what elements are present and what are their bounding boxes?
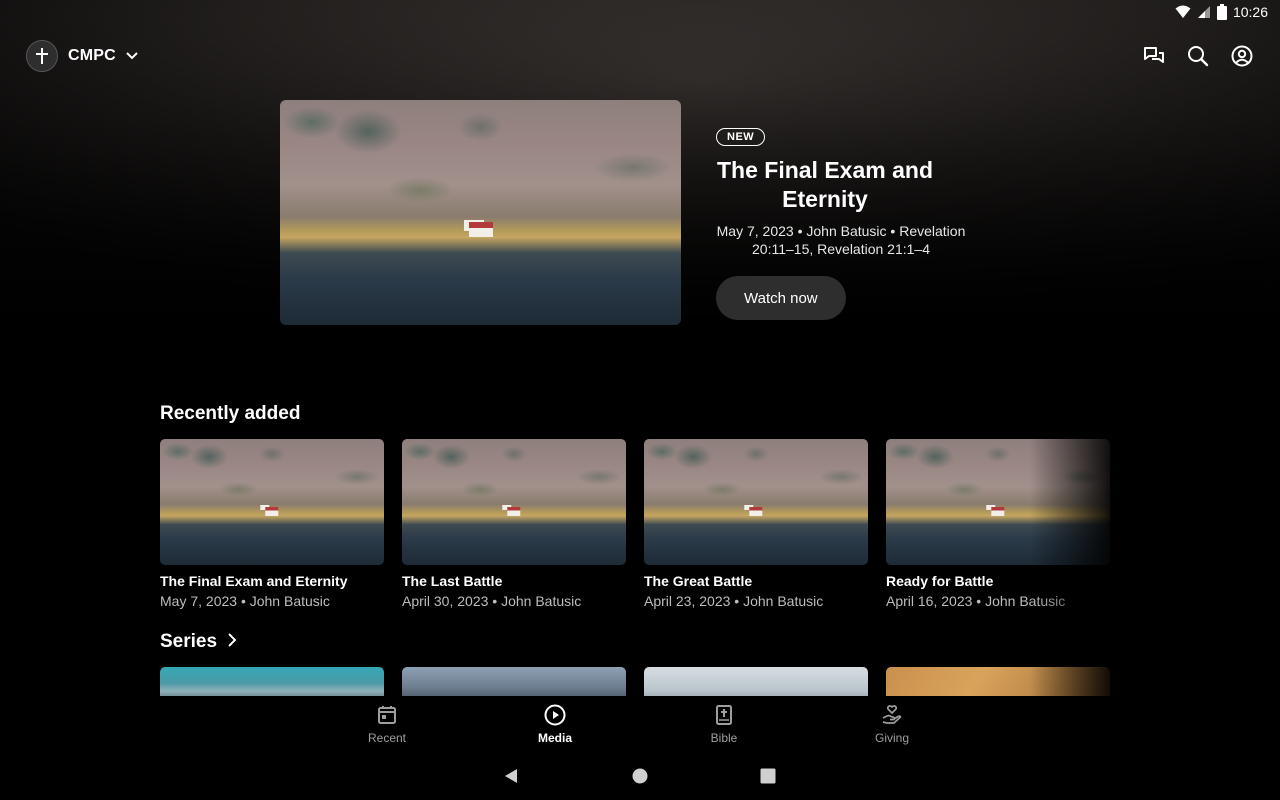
nav-giving-label: Giving	[874, 731, 909, 745]
series-card[interactable]	[402, 667, 626, 696]
media-card-meta: April 16, 2023 • John Batusic	[886, 593, 1066, 609]
battery-icon	[1216, 4, 1227, 20]
media-card-thumbnail	[644, 439, 868, 565]
header-actions	[1142, 44, 1254, 68]
media-card-thumbnail	[886, 439, 1110, 565]
church-switcher[interactable]: CMPC	[26, 40, 138, 72]
series-row	[160, 667, 1110, 696]
play-circle-icon	[544, 704, 566, 726]
nav-bible-label: Bible	[710, 731, 738, 745]
media-card-title: The Final Exam and Eternity	[160, 573, 348, 589]
chat-icon	[1144, 47, 1164, 63]
hero-meta: May 7, 2023 • John Batusic • Revelation …	[716, 223, 966, 257]
series-card[interactable]	[886, 667, 1110, 696]
church-logo-icon	[26, 40, 58, 72]
chevron-down-icon	[126, 47, 138, 65]
media-card-meta: May 7, 2023 • John Batusic	[160, 593, 330, 609]
app-screen: 10:26 CMPC NEW The Final Exam and Eterni…	[0, 0, 1280, 800]
nav-bible[interactable]: Bible	[684, 704, 764, 745]
home-icon[interactable]	[632, 768, 648, 789]
church-name: CMPC	[68, 47, 116, 64]
media-card[interactable]: Ready for Battle April 16, 2023 • John B…	[886, 439, 1110, 609]
system-navigation-bar	[0, 752, 1280, 800]
hero-title: The Final Exam and Eternity	[717, 157, 933, 212]
media-card[interactable]: The Last Battle April 30, 2023 • John Ba…	[402, 439, 626, 609]
media-card[interactable]: The Final Exam and Eternity May 7, 2023 …	[160, 439, 384, 609]
calendar-icon	[378, 706, 396, 724]
chevron-right-icon	[227, 631, 237, 653]
back-icon[interactable]	[503, 768, 519, 789]
media-card-thumbnail	[160, 439, 384, 565]
media-card-title: The Last Battle	[402, 573, 503, 589]
media-card[interactable]: The Great Battle April 23, 2023 • John B…	[644, 439, 868, 609]
recently-added-row: The Final Exam and Eternity May 7, 2023 …	[160, 439, 1110, 609]
nav-giving[interactable]: Giving	[852, 704, 932, 745]
recently-added-title: Recently added	[160, 403, 301, 424]
media-card-meta: April 30, 2023 • John Batusic	[402, 593, 582, 609]
profile-button[interactable]	[1230, 44, 1254, 68]
watch-now-button[interactable]: Watch now	[716, 276, 846, 320]
giving-hand-icon	[882, 705, 902, 724]
media-card-title: The Great Battle	[644, 573, 753, 589]
cell-signal-icon	[1197, 5, 1211, 19]
search-button[interactable]	[1186, 44, 1210, 68]
status-bar: 10:26	[0, 0, 1280, 24]
media-card-title: Ready for Battle	[886, 573, 994, 589]
nav-media[interactable]: Media	[515, 704, 595, 745]
wifi-icon	[1175, 5, 1191, 19]
series-title: Series	[160, 631, 218, 652]
account-icon	[1231, 45, 1253, 67]
media-card-meta: April 23, 2023 • John Batusic	[644, 593, 824, 609]
series-heading[interactable]: Series	[160, 631, 237, 653]
app-header: CMPC	[26, 38, 1254, 74]
nav-recent[interactable]: Recent	[347, 704, 427, 745]
messages-button[interactable]	[1142, 44, 1166, 68]
recently-added-heading: Recently added	[160, 403, 300, 425]
nav-recent-label: Recent	[367, 731, 407, 745]
status-time: 10:26	[1232, 4, 1268, 20]
series-card[interactable]	[160, 667, 384, 696]
hero-info: NEW The Final Exam and Eternity May 7, 2…	[716, 128, 966, 320]
bottom-navigation: Recent Media Bible Giving	[0, 696, 1280, 752]
nav-media-label: Media	[537, 731, 572, 745]
series-card[interactable]	[644, 667, 868, 696]
overview-icon[interactable]	[760, 768, 776, 789]
search-icon	[1188, 46, 1209, 67]
new-badge: NEW	[716, 128, 766, 146]
bible-icon	[716, 705, 732, 725]
media-card-thumbnail	[402, 439, 626, 565]
hero-thumbnail[interactable]	[280, 100, 681, 325]
